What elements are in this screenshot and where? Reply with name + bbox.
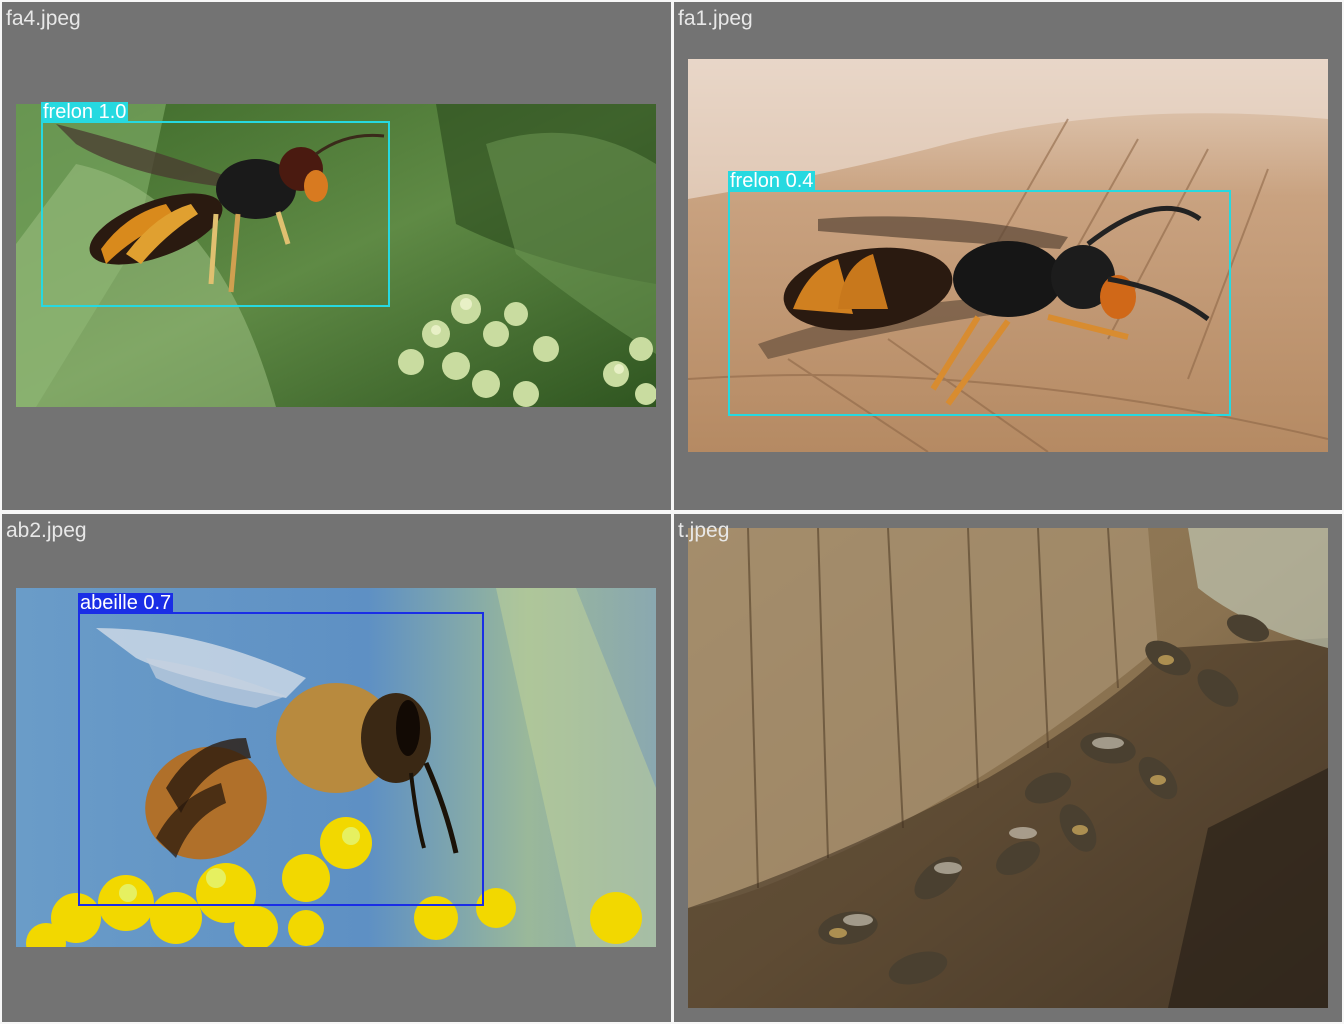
panel-title: ab2.jpeg: [6, 519, 87, 542]
detection-box-frelon: [728, 190, 1231, 416]
detection-results-grid: fa4.jpeg frelon 1.0 fa1.jpeg frelon 0.4 …: [0, 0, 1344, 1024]
bees-on-hive-wood-photo: [688, 528, 1328, 1008]
detection-box-abeille: [78, 612, 484, 906]
detection-label-frelon: frelon 0.4: [728, 170, 816, 192]
result-panel-fa4: fa4.jpeg frelon 1.0: [2, 2, 671, 510]
detection-label-abeille: abeille 0.7: [78, 592, 174, 614]
result-panel-fa1: fa1.jpeg frelon 0.4: [674, 2, 1342, 510]
panel-title: fa4.jpeg: [6, 7, 81, 30]
detection-box-frelon: [41, 121, 390, 307]
panel-title: fa1.jpeg: [678, 7, 753, 30]
result-panel-ab2: ab2.jpeg abeille 0.7: [2, 514, 671, 1022]
result-panel-t: t.jpeg: [674, 514, 1342, 1022]
panel-title: t.jpeg: [678, 519, 730, 542]
detection-label-frelon: frelon 1.0: [41, 101, 129, 123]
